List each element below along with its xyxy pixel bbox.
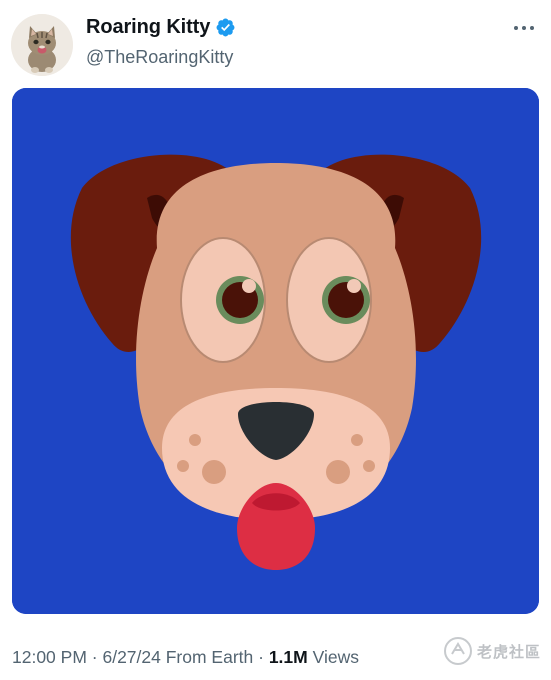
- dog-face-emoji-icon: [12, 88, 539, 614]
- author-handle[interactable]: @TheRoaringKitty: [86, 47, 233, 68]
- more-options-button[interactable]: [511, 18, 537, 38]
- tweet-time[interactable]: 12:00 PM: [12, 647, 87, 667]
- avatar[interactable]: [11, 14, 73, 76]
- tweet-source: From Earth: [165, 647, 254, 667]
- watermark: 老虎社區: [443, 636, 541, 666]
- author-display-name[interactable]: Roaring Kitty: [86, 16, 210, 39]
- watermark-text: 老虎社區: [476, 643, 541, 661]
- views-label[interactable]: Views: [313, 647, 359, 667]
- ellipsis-icon: [514, 26, 534, 30]
- kitten-avatar-icon: [11, 14, 73, 76]
- tweet-metadata: 12:00 PM · 6/27/24 From Earth · 1.1M Vie…: [12, 647, 359, 668]
- views-count[interactable]: 1.1M: [269, 647, 308, 667]
- separator: ·: [253, 647, 269, 667]
- tweet-media-image[interactable]: [12, 88, 539, 614]
- tiger-logo-icon: [443, 637, 472, 665]
- tweet-header: Roaring Kitty @TheRoaringKitty: [0, 0, 551, 88]
- verified-badge-icon[interactable]: [215, 17, 236, 38]
- tweet-date[interactable]: 6/27/24: [102, 647, 160, 667]
- separator: ·: [86, 647, 103, 667]
- author-name-row[interactable]: Roaring Kitty: [86, 16, 236, 39]
